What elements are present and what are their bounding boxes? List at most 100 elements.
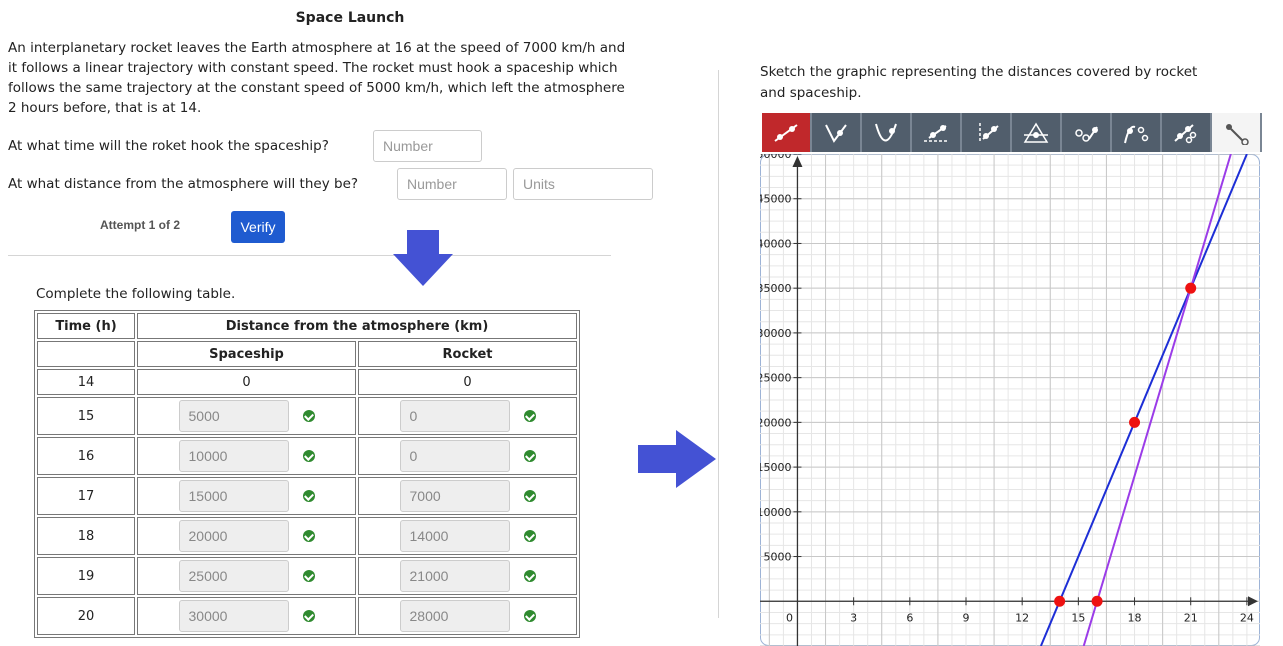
spaceship-cell: 5000: [137, 397, 356, 435]
graph-toolbar: [762, 113, 1262, 152]
vertical-divider: [718, 70, 719, 618]
header-empty: [37, 341, 135, 367]
sketch-line: and spaceship.: [760, 85, 862, 101]
verify-button[interactable]: Verify: [231, 211, 285, 243]
rocket-answer-input[interactable]: 21000: [399, 560, 510, 592]
distance-time-graph[interactable]: 0 3 6 9 12 15 18 21 24 5000 10000 15000 20000 25000 30…: [760, 154, 1260, 646]
check-icon: [302, 410, 315, 422]
time-cell: 15: [37, 397, 135, 435]
check-icon: [302, 490, 315, 502]
check-icon: [302, 530, 315, 542]
right-arrow-icon: [638, 430, 716, 488]
rocket-cell: 21000: [358, 557, 577, 595]
x-tick-label: 15: [1071, 611, 1085, 624]
rocket-answer-input[interactable]: 14000: [399, 520, 510, 552]
rocket-answer-input[interactable]: 0: [399, 400, 510, 432]
spaceship-answer-input[interactable]: 10000: [178, 440, 289, 472]
distance-units-input[interactable]: Units: [513, 168, 653, 200]
y-tick-label: 25000: [760, 372, 791, 385]
divider: [8, 255, 611, 256]
table-row: 19 25000 21000: [37, 557, 577, 595]
sketch-line: Sketch the graphic representing the dist…: [760, 64, 1198, 80]
rocket-cell: 0: [358, 397, 577, 435]
distance-answer-input[interactable]: Number: [397, 168, 507, 200]
table-row: 17 15000 7000: [37, 477, 577, 515]
question-time-label: At what time will the roket hook the spa…: [8, 138, 329, 154]
sketch-instruction: Sketch the graphic representing the dist…: [760, 62, 1260, 104]
line-tool-button[interactable]: [762, 113, 812, 152]
y-tick-label: 15000: [760, 461, 791, 474]
vertical-line-tool-button[interactable]: [962, 113, 1012, 152]
rocket-cell: 0: [358, 437, 577, 475]
point-tool-button[interactable]: [1062, 113, 1112, 152]
table-row: 18 20000 14000: [37, 517, 577, 555]
spaceship-cell: 0: [137, 369, 356, 395]
rocket-cell: 28000: [358, 597, 577, 635]
ray-tool-button[interactable]: [912, 113, 962, 152]
spaceship-cell: 20000: [137, 517, 356, 555]
triangle-tool-icon: [1023, 122, 1049, 143]
scatter-tool-button[interactable]: [1162, 113, 1212, 152]
table-row: 16 10000 0: [37, 437, 577, 475]
rocket-answer-input[interactable]: 0: [399, 440, 510, 472]
y-tick-label: 20000: [760, 416, 791, 429]
problem-line: An interplanetary rocket leaves the Eart…: [8, 40, 626, 56]
spaceship-answer-input[interactable]: 15000: [178, 480, 289, 512]
down-arrow-icon: [393, 230, 453, 286]
check-icon: [523, 410, 536, 422]
check-icon: [302, 570, 315, 582]
x-tick-label: 3: [850, 611, 857, 624]
spaceship-answer-input[interactable]: 30000: [178, 600, 289, 632]
spaceship-answer-input[interactable]: 5000: [178, 400, 289, 432]
y-tick-label: 5000: [763, 551, 791, 564]
graph-point: [1054, 595, 1066, 607]
check-icon: [523, 610, 536, 622]
spaceship-answer-input[interactable]: 20000: [178, 520, 289, 552]
x-tick-label: 9: [962, 611, 969, 624]
spaceship-answer-input[interactable]: 25000: [178, 560, 289, 592]
table-instruction: Complete the following table.: [36, 286, 236, 302]
rocket-answer-input[interactable]: 7000: [399, 480, 510, 512]
x-tick-label: 0: [786, 611, 793, 624]
triangle-tool-button[interactable]: [1012, 113, 1062, 152]
header-time: Time (h): [37, 313, 135, 339]
spaceship-cell: 30000: [137, 597, 356, 635]
problem-line: it follows a linear trajectory with cons…: [8, 60, 618, 76]
page-title: Space Launch: [295, 10, 405, 26]
parabola-tool-button[interactable]: [862, 113, 912, 152]
time-answer-input[interactable]: Number: [373, 130, 482, 162]
time-cell: 14: [37, 369, 135, 395]
time-cell: 18: [37, 517, 135, 555]
curve-tool-icon: [1124, 125, 1149, 143]
rocket-answer-input[interactable]: 28000: [399, 600, 510, 632]
absolute-value-tool-button[interactable]: [812, 113, 862, 152]
curve-tool-button[interactable]: [1112, 113, 1162, 152]
header-distance: Distance from the atmosphere (km): [137, 313, 577, 339]
y-tick-label: 45000: [760, 193, 791, 206]
rocket-cell: 7000: [358, 477, 577, 515]
header-rocket: Rocket: [358, 341, 577, 367]
scatter-tool-icon: [1174, 123, 1197, 143]
x-tick-label: 21: [1184, 611, 1198, 624]
check-icon: [302, 610, 315, 622]
x-tick-label: 6: [906, 611, 913, 624]
spaceship-cell: 25000: [137, 557, 356, 595]
table-row: 15 5000 0: [37, 397, 577, 435]
x-tick-label: 12: [1015, 611, 1029, 624]
check-icon: [523, 490, 536, 502]
problem-line: 2 hours before, that is at 14.: [8, 100, 202, 116]
rocket-cell: 0: [358, 369, 577, 395]
vertical-line-tool-icon: [979, 122, 999, 143]
question-distance-label: At what distance from the atmosphere wil…: [8, 176, 359, 192]
check-icon: [523, 570, 536, 582]
time-cell: 19: [37, 557, 135, 595]
table-row: 20 30000 28000: [37, 597, 577, 635]
graph-point: [1185, 282, 1197, 294]
check-icon: [302, 450, 315, 462]
y-tick-label: 50000: [760, 154, 791, 161]
problem-line: follows the same trajectory at the const…: [8, 80, 625, 96]
spaceship-cell: 10000: [137, 437, 356, 475]
parabola-icon: [875, 123, 897, 141]
delete-point-tool-button[interactable]: [1212, 113, 1262, 152]
absolute-value-icon: [825, 123, 847, 143]
